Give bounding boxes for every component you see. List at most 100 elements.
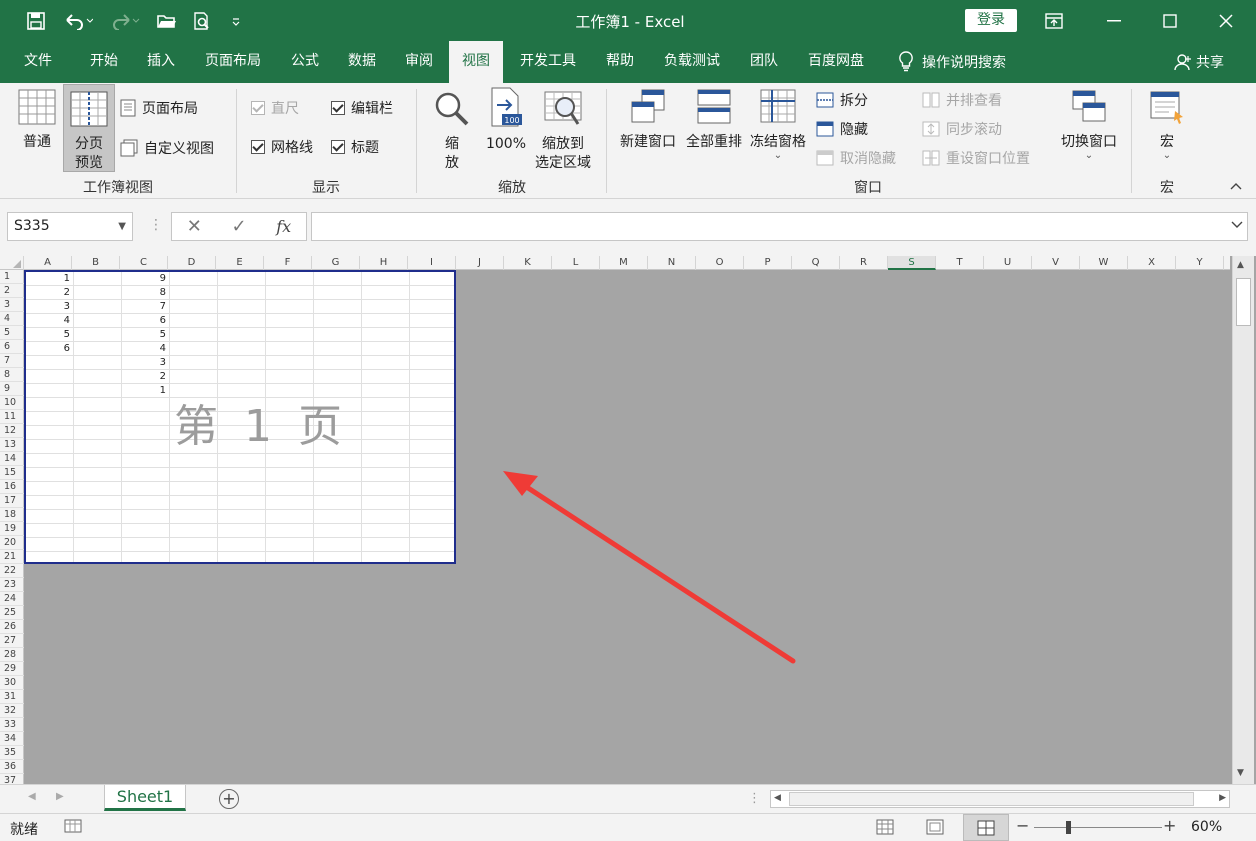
arrange-all-button[interactable]: 全部重排 (682, 89, 746, 152)
zoom-button[interactable]: 缩 放 (430, 91, 474, 173)
tab-split-grip-icon[interactable]: ⋮ (748, 791, 761, 806)
tab-baidu-netdisk[interactable]: 百度网盘 (800, 41, 872, 83)
ruler-checkbox[interactable]: 直尺 (251, 97, 299, 119)
normal-view-status-icon[interactable] (876, 819, 894, 839)
close-icon[interactable] (1198, 0, 1254, 41)
login-button[interactable]: 登录 (965, 9, 1017, 32)
zoom-slider-thumb[interactable] (1066, 821, 1071, 834)
page-break-preview-button[interactable]: 分页 预览 (63, 84, 115, 172)
group-divider (1131, 89, 1132, 193)
tab-load-test[interactable]: 负载测试 (654, 41, 730, 83)
formula-input[interactable] (311, 212, 1248, 241)
custom-views-button[interactable]: 自定义视图 (120, 137, 214, 159)
show-group-label: 显示 (312, 180, 340, 196)
customize-qat-icon[interactable] (226, 0, 246, 41)
tab-file[interactable]: 文件 (10, 41, 66, 83)
tab-page-layout[interactable]: 页面布局 (196, 41, 270, 83)
zoom-selection-icon (544, 91, 582, 125)
magnifier-icon (435, 92, 469, 126)
freeze-panes-icon (760, 89, 796, 123)
scroll-down-icon[interactable]: ▼ (1237, 768, 1244, 778)
tab-view[interactable]: 视图 (449, 41, 503, 83)
unhide-button[interactable]: 取消隐藏 (816, 147, 896, 169)
tab-team[interactable]: 团队 (738, 41, 790, 83)
macros-button[interactable]: 宏 ⌄ (1144, 89, 1190, 161)
open-folder-icon[interactable] (155, 0, 179, 41)
redo-icon[interactable] (106, 0, 146, 41)
normal-view-icon (18, 89, 56, 125)
headings-checkbox[interactable]: 标题 (331, 136, 379, 158)
share-button[interactable]: 共享 (1174, 41, 1224, 83)
hide-button[interactable]: 隐藏 (816, 118, 868, 140)
macros-icon (1150, 91, 1183, 124)
headings-check-icon (331, 140, 345, 154)
tab-insert[interactable]: 插入 (133, 41, 189, 83)
insert-function-icon[interactable]: fx (276, 217, 291, 236)
cancel-entry-icon[interactable]: ✕ (187, 216, 202, 237)
tab-data[interactable]: 数据 (336, 41, 388, 83)
name-box[interactable]: S335 ▼ (7, 212, 133, 241)
expand-formula-bar-icon[interactable] (1231, 219, 1243, 234)
zoom-to-selection-label: 缩放到 选定区域 (535, 136, 591, 171)
split-button[interactable]: 拆分 (816, 89, 868, 111)
vertical-scrollbar[interactable]: ▲ ▼ (1232, 256, 1254, 784)
zoom-100-button[interactable]: 100 100% (482, 87, 530, 154)
worksheet-grid[interactable]: ABCDEFGHIJKLMNOPQRSTUVWXY 1 2 3 4 5 6 7 8 9 10 11 1… (0, 256, 1256, 788)
gridlines-checkbox[interactable]: 网格线 (251, 136, 313, 158)
normal-view-button[interactable]: 普通 (12, 89, 62, 152)
tab-help[interactable]: 帮助 (594, 41, 646, 83)
view-side-by-side-button[interactable]: 并排查看 (922, 89, 1002, 111)
new-window-button[interactable]: 新建窗口 (616, 89, 680, 152)
ribbon-display-options-icon[interactable] (1026, 0, 1082, 41)
page-layout-view-button[interactable]: 页面布局 (120, 97, 198, 119)
macros-chevron-icon: ⌄ (1162, 150, 1172, 161)
print-preview-icon[interactable] (190, 0, 214, 41)
tab-formulas[interactable]: 公式 (279, 41, 331, 83)
next-sheet-icon[interactable]: ▶ (56, 791, 64, 802)
scroll-up-icon[interactable]: ▲ (1237, 260, 1244, 270)
macro-recording-icon[interactable] (64, 818, 82, 838)
tell-me-search[interactable]: 操作说明搜索 (898, 41, 1006, 83)
switch-windows-button[interactable]: 切换窗口 ⌄ (1056, 89, 1122, 161)
sync-scroll-button[interactable]: 同步滚动 (922, 118, 1002, 140)
tab-developer[interactable]: 开发工具 (510, 41, 586, 83)
sync-scroll-label: 同步滚动 (946, 122, 1002, 138)
name-box-dropdown-icon[interactable]: ▼ (118, 213, 126, 240)
page-layout-status-icon[interactable] (926, 819, 944, 839)
collapse-ribbon-icon[interactable] (1230, 179, 1242, 193)
gridlines-check-icon (251, 140, 265, 154)
horizontal-scrollbar[interactable]: ◀ ▶ (770, 790, 1230, 808)
vertical-scroll-thumb[interactable] (1236, 278, 1251, 326)
zoom-in-icon[interactable]: + (1163, 816, 1176, 835)
scroll-right-icon[interactable]: ▶ (1219, 793, 1226, 803)
gridlines-label: 网格线 (271, 140, 313, 156)
confirm-entry-icon[interactable]: ✓ (232, 216, 247, 237)
reset-window-position-button[interactable]: 重设窗口位置 (922, 147, 1030, 169)
horizontal-scroll-thumb[interactable] (789, 792, 1194, 806)
zoom-100-icon: 100 (491, 87, 522, 127)
undo-icon[interactable] (58, 0, 98, 41)
zoom-out-icon[interactable]: − (1016, 816, 1029, 835)
sheet-tab-sheet1[interactable]: Sheet1 (104, 785, 186, 811)
macros-group-label: 宏 (1160, 180, 1174, 196)
hide-icon (816, 121, 834, 137)
formula-bar-checkbox[interactable]: 编辑栏 (331, 97, 393, 119)
add-sheet-icon[interactable]: + (219, 789, 239, 809)
scroll-left-icon[interactable]: ◀ (774, 793, 781, 803)
prev-sheet-icon[interactable]: ◀ (28, 791, 36, 802)
tab-review[interactable]: 审阅 (393, 41, 445, 83)
freeze-panes-button[interactable]: 冻结窗格 ⌄ (746, 89, 810, 161)
zoom-to-selection-button[interactable]: 缩放到 选定区域 (530, 91, 596, 173)
zoom-slider[interactable] (1034, 827, 1162, 828)
zoom-percentage[interactable]: 60% (1191, 819, 1222, 835)
tab-home[interactable]: 开始 (76, 41, 132, 83)
page-break-preview-icon (70, 91, 108, 127)
unhide-label: 取消隐藏 (840, 151, 896, 167)
page-break-status-icon[interactable] (963, 814, 1009, 841)
maximize-icon[interactable] (1142, 0, 1198, 41)
headings-label: 标题 (351, 140, 379, 156)
minimize-icon[interactable] (1086, 0, 1142, 41)
save-icon[interactable] (22, 0, 50, 41)
formula-buttons: ✕ ✓ fx (171, 212, 307, 241)
new-window-label: 新建窗口 (620, 134, 676, 150)
